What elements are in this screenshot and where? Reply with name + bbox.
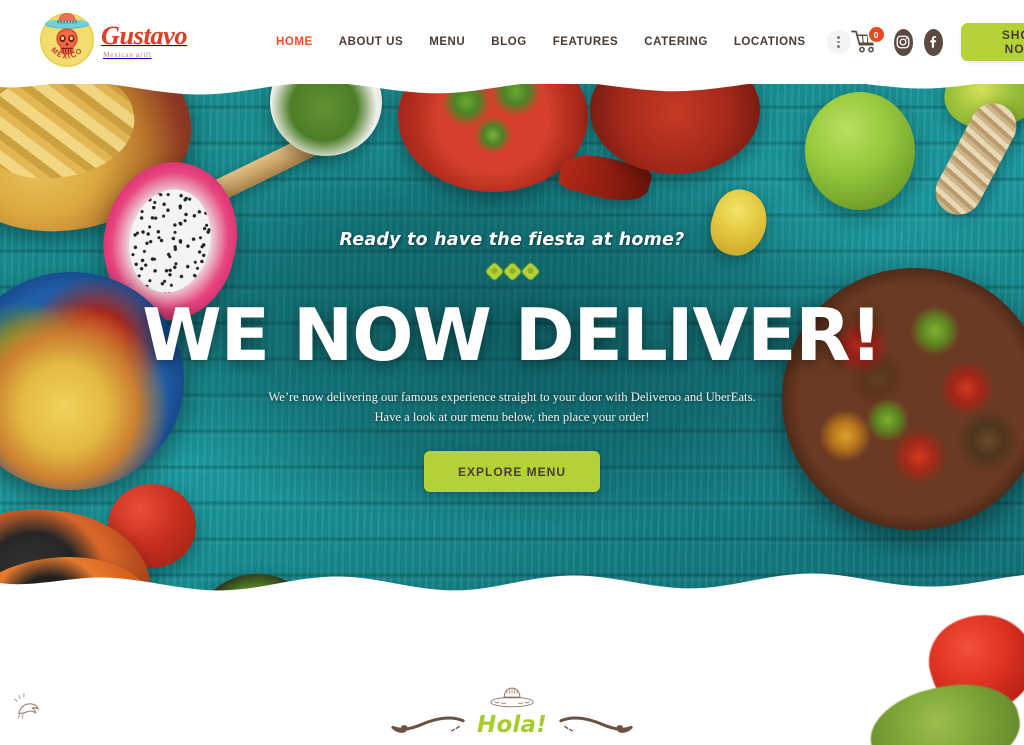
nav-item-catering[interactable]: CATERING xyxy=(631,30,721,54)
diamond-ornament-icon xyxy=(484,262,504,281)
sombrero-skull-badge-icon: MEXICO xyxy=(40,13,94,67)
header-actions: 0 SHOP NOW xyxy=(850,23,1024,61)
nav-item-about-us[interactable]: ABOUT US xyxy=(326,30,416,54)
explore-menu-button[interactable]: EXPLORE MENU xyxy=(423,451,600,493)
diamond-ornament-icon xyxy=(502,262,522,281)
badge-arc-text: MEXICO xyxy=(49,45,84,61)
nav-item-home[interactable]: HOME xyxy=(263,30,326,54)
nav-item-features[interactable]: FEATURES xyxy=(540,30,632,54)
brand-tagline: Mexican grill xyxy=(103,50,152,60)
instagram-icon[interactable] xyxy=(893,28,913,56)
below-hero-section: Hola! xyxy=(0,604,1024,745)
bird-illustration-icon xyxy=(12,691,46,727)
hero-ornaments xyxy=(484,262,540,281)
site-logo[interactable]: MEXICO Gustavo Mexican grill xyxy=(40,13,187,67)
nav-item-blog[interactable]: BLOG xyxy=(478,30,539,54)
svg-text:MEXICO: MEXICO xyxy=(49,45,84,61)
hero-section: Ready to have the fiesta at home? WE NOW… xyxy=(0,72,1024,618)
logo-wordmark: Gustavo Mexican grill xyxy=(101,21,187,59)
sombrero-icon xyxy=(490,687,534,708)
site-header: MEXICO Gustavo Mexican grill HOME ABOUT … xyxy=(0,0,1024,84)
main-navigation: HOME ABOUT US MENU BLOG FEATURES CATERIN… xyxy=(263,30,851,54)
hero-subtitle-line2: Have a look at our menu below, then plac… xyxy=(374,409,650,424)
badge-text: MEXICO xyxy=(49,45,83,61)
hero-title: WE NOW DELIVER! xyxy=(142,293,882,377)
nav-item-menu[interactable]: MENU xyxy=(416,30,478,54)
facebook-icon[interactable] xyxy=(923,28,944,56)
diamond-ornament-icon xyxy=(520,262,540,281)
hola-text: Hola! xyxy=(477,712,547,738)
facebook-glyph xyxy=(930,36,936,48)
instagram-glyph xyxy=(896,35,910,49)
hero-subtitle: We’re now delivering our famous experien… xyxy=(268,387,755,428)
bird-glyph xyxy=(14,693,39,719)
hola-greeting-block: Hola! xyxy=(391,686,633,738)
swirl-flourish-icon xyxy=(559,715,633,733)
shopping-cart-icon[interactable]: 0 xyxy=(850,27,884,56)
swirl-flourish-icon xyxy=(391,715,465,733)
more-vertical-icon[interactable] xyxy=(826,30,851,54)
hola-row: Hola! xyxy=(391,712,633,738)
cart-count-badge: 0 xyxy=(868,27,884,42)
shop-now-button[interactable]: SHOP NOW xyxy=(961,23,1024,61)
hero-subtitle-line1: We’re now delivering our famous experien… xyxy=(268,389,756,404)
brand-name: Gustavo xyxy=(101,21,188,51)
nav-item-locations[interactable]: LOCATIONS xyxy=(721,30,819,54)
page-root: MEXICO Gustavo Mexican grill HOME ABOUT … xyxy=(0,0,1024,745)
hero-eyebrow: Ready to have the fiesta at home? xyxy=(339,230,685,250)
